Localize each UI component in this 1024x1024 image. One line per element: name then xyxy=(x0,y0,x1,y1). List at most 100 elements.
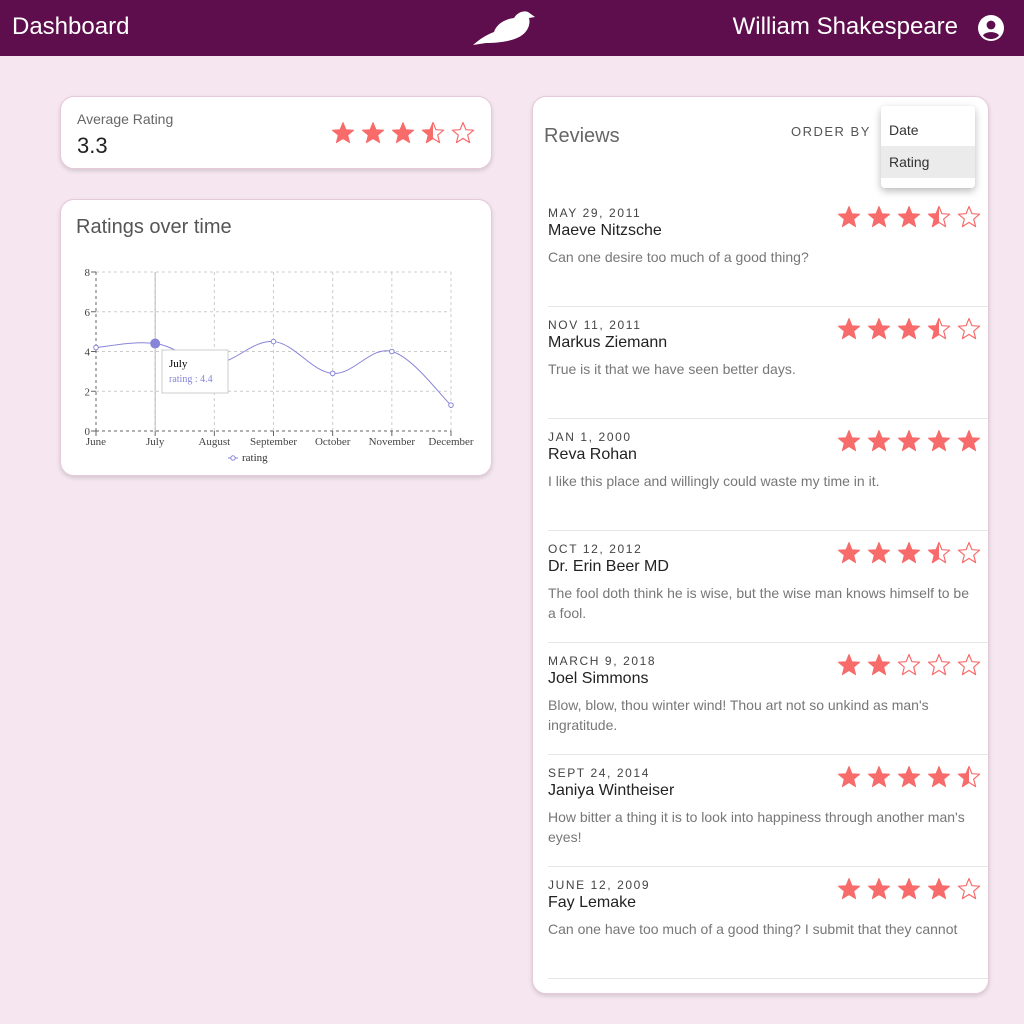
star-filled-icon xyxy=(391,122,415,144)
star-filled-icon xyxy=(837,542,861,564)
review-date: SEPT 24, 2014 xyxy=(548,766,650,780)
account-circle-icon[interactable] xyxy=(978,15,1004,41)
star-half-icon xyxy=(927,205,951,228)
x-tick-label: September xyxy=(250,436,297,448)
review-text: I like this place and willingly could wa… xyxy=(548,473,880,489)
star-filled-icon xyxy=(837,206,861,228)
review-list: MAY 29, 2011 Maeve Nitzsche Can one desire… xyxy=(548,195,988,979)
order-option-date[interactable]: Date xyxy=(881,114,975,146)
x-tick-label: July xyxy=(146,436,165,448)
x-tick-label: October xyxy=(315,436,351,448)
star-half-icon xyxy=(957,765,981,788)
star-filled-icon xyxy=(897,430,921,452)
review-date: MARCH 9, 2018 xyxy=(548,654,657,668)
review-item: JAN 1, 2000 Reva Rohan I like this place a… xyxy=(548,419,988,531)
star-outline-icon xyxy=(451,121,475,144)
reviewer-name: Dr. Erin Beer MD xyxy=(548,558,669,575)
star-filled-icon xyxy=(927,878,951,900)
review-date: OCT 12, 2012 xyxy=(548,542,643,556)
review-text: How bitter a thing it is to look into ha… xyxy=(548,809,965,845)
ratings-line-chart[interactable]: 02468June July August September October Novem… xyxy=(61,200,493,477)
review-rating-stars xyxy=(837,765,981,789)
review-rating-stars xyxy=(837,877,981,901)
reviewer-name: Reva Rohan xyxy=(548,446,637,463)
x-tick-label: June xyxy=(86,436,106,448)
order-by-label[interactable]: ORDER BY xyxy=(791,124,871,139)
star-filled-icon xyxy=(837,766,861,788)
app-title: Dashboard xyxy=(12,13,130,40)
top-app-bar: Dashboard William Shakespeare xyxy=(0,0,1024,56)
data-point[interactable] xyxy=(329,370,336,377)
bird-logo-icon[interactable] xyxy=(470,8,538,48)
star-filled-icon xyxy=(837,654,861,676)
review-text: Can one desire too much of a good thing? xyxy=(548,249,809,265)
star-outline-icon xyxy=(927,653,951,676)
star-filled-icon xyxy=(897,206,921,228)
average-rating-card: Average Rating 3.3 xyxy=(60,96,492,169)
reviewer-name: Maeve Nitzsche xyxy=(548,222,662,239)
user-name[interactable]: William Shakespeare xyxy=(733,13,958,41)
star-outline-icon xyxy=(957,877,981,900)
chart-legend: rating xyxy=(228,452,268,464)
star-outline-icon xyxy=(957,653,981,676)
star-filled-icon xyxy=(897,318,921,340)
star-filled-icon xyxy=(867,766,891,788)
review-item: SEPT 24, 2014 Janiya Wintheiser How bitter… xyxy=(548,755,988,867)
star-outline-icon xyxy=(897,653,921,676)
star-filled-icon xyxy=(867,542,891,564)
review-item: MAY 29, 2011 Maeve Nitzsche Can one desire… xyxy=(548,195,988,307)
star-half-icon xyxy=(421,121,445,144)
reviewer-name: Janiya Wintheiser xyxy=(548,782,675,799)
review-date: NOV 11, 2011 xyxy=(548,318,642,332)
y-tick-label: 6 xyxy=(85,307,91,319)
review-date: JAN 1, 2000 xyxy=(548,430,632,444)
x-tick-label: December xyxy=(428,436,474,448)
star-outline-icon xyxy=(957,541,981,564)
star-filled-icon xyxy=(331,122,355,144)
data-point[interactable] xyxy=(93,344,99,351)
active-data-point[interactable] xyxy=(150,338,161,349)
review-item: OCT 12, 2012 Dr. Erin Beer MD The fool dot… xyxy=(548,531,988,643)
review-item: JUNE 12, 2009 Fay Lemake Can one have too … xyxy=(548,867,988,979)
data-point[interactable] xyxy=(389,348,395,355)
star-filled-icon xyxy=(867,654,891,676)
y-tick-label: 2 xyxy=(85,386,91,398)
order-option-rating[interactable]: Rating xyxy=(881,146,975,178)
review-rating-stars xyxy=(837,541,981,565)
review-text: Can one have too much of a good thing? I… xyxy=(548,921,958,937)
star-filled-icon xyxy=(867,318,891,340)
tooltip-title: July xyxy=(169,358,188,370)
legend-label: rating xyxy=(242,452,268,464)
data-point[interactable] xyxy=(270,338,277,345)
reviews-card: Reviews ORDER BY Date Rating MAY 29, 201… xyxy=(532,96,989,994)
review-item: NOV 11, 2011 Markus Ziemann True is it tha… xyxy=(548,307,988,419)
ratings-chart-card: Ratings over time 0 2 4 6 8 June July August Sep… xyxy=(60,199,492,476)
reviewer-name: Markus Ziemann xyxy=(548,334,668,351)
star-filled-icon xyxy=(927,430,951,452)
review-text: True is it that we have seen better days… xyxy=(548,361,796,377)
star-filled-icon xyxy=(897,542,921,564)
star-filled-icon xyxy=(867,878,891,900)
average-rating-value: 3.3 xyxy=(77,133,108,158)
review-text: Blow, blow, thou winter wind! Thou art n… xyxy=(548,697,929,733)
star-outline-icon xyxy=(957,317,981,340)
reviewer-name: Joel Simmons xyxy=(548,670,649,687)
star-filled-icon xyxy=(867,430,891,452)
star-filled-icon xyxy=(361,122,385,144)
star-filled-icon xyxy=(897,878,921,900)
tooltip-value: rating : 4.4 xyxy=(169,374,213,385)
review-text: The fool doth think he is wise, but the … xyxy=(548,585,969,621)
x-tick-label: August xyxy=(198,436,230,448)
star-filled-icon xyxy=(927,766,951,788)
star-outline-icon xyxy=(957,205,981,228)
y-tick-label: 4 xyxy=(85,347,91,359)
data-point[interactable] xyxy=(448,402,454,408)
star-half-icon xyxy=(927,317,951,340)
review-rating-stars xyxy=(837,205,981,229)
star-filled-icon xyxy=(837,318,861,340)
star-filled-icon xyxy=(867,206,891,228)
reviews-title: Reviews xyxy=(544,125,620,147)
y-tick-label: 8 xyxy=(85,267,91,279)
star-filled-icon xyxy=(837,878,861,900)
review-rating-stars xyxy=(837,653,981,677)
